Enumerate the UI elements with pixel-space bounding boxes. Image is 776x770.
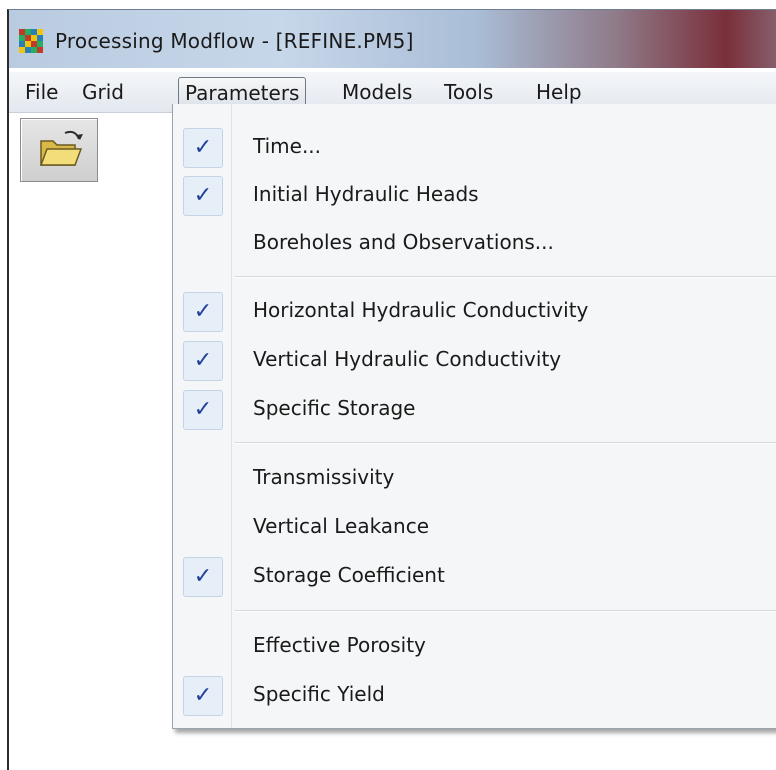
check-icon: ✓: [183, 128, 223, 168]
check-icon: ✓: [183, 390, 223, 430]
open-folder-icon: [39, 130, 83, 166]
menu-item-boreholes-and-observations[interactable]: Boreholes and Observations...: [173, 220, 776, 268]
menu-item-horizontal-hydraulic-conductivity[interactable]: ✓ Horizontal Hydraulic Conductivity: [173, 288, 776, 336]
menu-item-effective-porosity[interactable]: Effective Porosity: [173, 623, 776, 671]
check-icon: ✓: [183, 341, 223, 381]
menu-item-label: Vertical Hydraulic Conductivity: [253, 347, 562, 371]
menu-help[interactable]: Help: [530, 77, 588, 107]
menu-item-label: Transmissivity: [253, 465, 395, 489]
menu-item-label: Initial Hydraulic Heads: [253, 182, 479, 206]
menu-item-vertical-leakance[interactable]: Vertical Leakance: [173, 504, 776, 552]
menu-tools[interactable]: Tools: [438, 77, 499, 107]
menu-item-transmissivity[interactable]: Transmissivity: [173, 455, 776, 503]
menu-item-label: Boreholes and Observations...: [253, 230, 554, 254]
menu-item-label: Horizontal Hydraulic Conductivity: [253, 298, 589, 322]
menu-separator: [235, 610, 776, 612]
check-icon: ✓: [183, 676, 223, 716]
menu-item-specific-storage[interactable]: ✓ Specific Storage: [173, 386, 776, 434]
menu-item-label: Vertical Leakance: [253, 514, 430, 538]
menu-separator: [235, 442, 776, 444]
menu-item-label: Specific Storage: [253, 396, 416, 420]
menu-models[interactable]: Models: [336, 77, 418, 107]
window-title: Processing Modflow - [REFINE.PM5]: [55, 29, 414, 53]
menu-item-label: Time...: [253, 134, 322, 158]
menu-item-specific-yield[interactable]: ✓ Specific Yield: [173, 672, 776, 720]
check-icon: ✓: [183, 292, 223, 332]
check-icon: ✓: [183, 176, 223, 216]
menu-item-label: Effective Porosity: [253, 633, 426, 657]
parameters-dropdown-menu: ✓ Time... ✓ Initial Hydraulic Heads Bore…: [172, 104, 776, 729]
menu-item-label: Specific Yield: [253, 682, 385, 706]
title-bar[interactable]: Processing Modflow - [REFINE.PM5]: [9, 10, 776, 68]
menu-separator: [235, 276, 776, 278]
open-file-button[interactable]: [20, 118, 98, 182]
menu-item-time[interactable]: ✓ Time...: [173, 124, 776, 172]
menu-item-label: Storage Coefficient: [253, 563, 445, 587]
menu-file[interactable]: File: [19, 77, 64, 107]
check-icon: ✓: [183, 557, 223, 597]
app-grid-icon[interactable]: [19, 29, 43, 53]
menu-grid[interactable]: Grid: [76, 77, 130, 107]
menu-item-vertical-hydraulic-conductivity[interactable]: ✓ Vertical Hydraulic Conductivity: [173, 337, 776, 385]
menu-parameters[interactable]: Parameters: [178, 77, 307, 107]
menu-item-storage-coefficient[interactable]: ✓ Storage Coefficient: [173, 553, 776, 601]
menu-item-initial-hydraulic-heads[interactable]: ✓ Initial Hydraulic Heads: [173, 172, 776, 220]
